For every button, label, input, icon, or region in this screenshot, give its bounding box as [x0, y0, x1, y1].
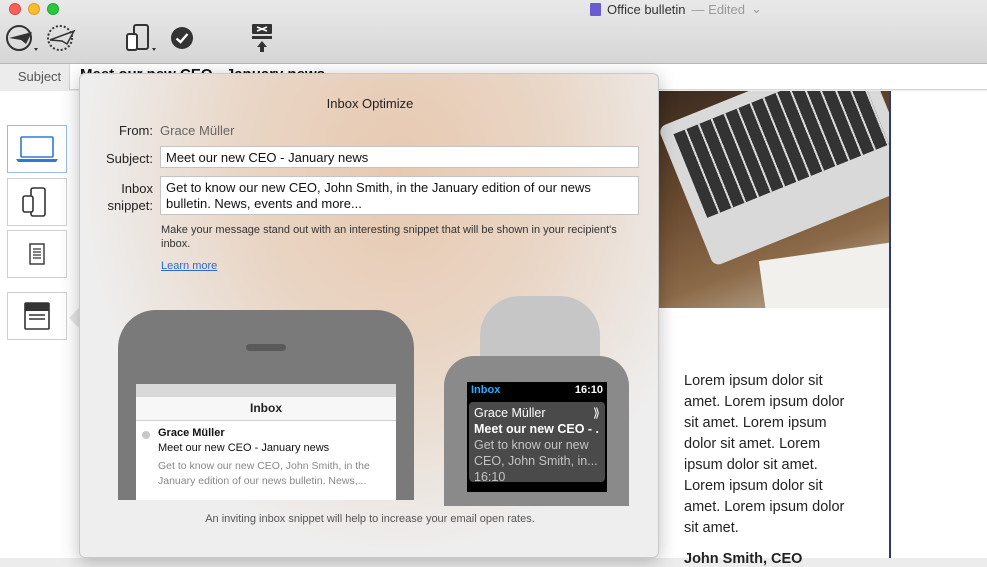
- phone-mockup: Inbox Grace Müller Meet our new CEO - Ja…: [118, 310, 414, 500]
- mobile-preview-button[interactable]: [7, 178, 67, 226]
- inbox-optimize-icon[interactable]: [246, 20, 278, 56]
- watch-from: Grace Müller: [474, 406, 546, 420]
- watch-mockup: Inbox 16:10 Grace Müller ⟫ Meet our new …: [444, 356, 629, 506]
- watch-message-card: Grace Müller ⟫ Meet our new CEO - . Get …: [469, 402, 605, 482]
- close-window-button[interactable]: [9, 3, 21, 15]
- watch-subject: Meet our new CEO - .: [474, 422, 600, 436]
- chevron-down-icon[interactable]: ⌄: [751, 1, 762, 17]
- phone-speaker: [246, 344, 286, 351]
- inbox-optimize-popover: Inbox Optimize From: Grace Müller Subjec…: [79, 73, 659, 558]
- popover-title: Inbox Optimize: [326, 96, 414, 111]
- unread-dot: [142, 431, 150, 439]
- text-preview-button[interactable]: [7, 230, 67, 278]
- subject-label: Subject:: [106, 151, 153, 166]
- zoom-window-button[interactable]: [47, 3, 59, 15]
- subject-field[interactable]: Meet our new CEO - January news: [160, 146, 639, 168]
- send-icon[interactable]: [4, 20, 40, 56]
- laptop-preview-button[interactable]: [7, 125, 67, 173]
- body-text: Lorem ipsum dolor sit amet. Lorem ipsum …: [684, 373, 845, 536]
- header-photo: [658, 91, 889, 308]
- popover-arrow: [69, 308, 79, 328]
- minimize-window-button[interactable]: [28, 3, 40, 15]
- document-icon: [29, 243, 45, 265]
- phone-subject: Meet our new CEO - January news: [158, 442, 330, 454]
- laptop-icon: [16, 136, 58, 162]
- toolbar: Office bulletin — Edited ⌄: [0, 0, 987, 64]
- body-heading: John Smith, CEO: [684, 551, 803, 567]
- phone-tablet-icon: [22, 187, 46, 217]
- snippet-field[interactable]: Get to know our new CEO, John Smith, in …: [160, 176, 639, 215]
- window-title: Office bulletin — Edited ⌄: [590, 0, 762, 18]
- watch-inbox-label: Inbox: [471, 384, 501, 396]
- chevron-right-icon: ⟫: [593, 406, 600, 420]
- watch-snippet: Get to know our new CEO, John Smith, in.…: [474, 438, 598, 468]
- document-icon: [590, 2, 601, 16]
- email-preview: Lorem ipsum dolor sit amet. Lorem ipsum …: [658, 91, 891, 567]
- from-label: From:: [119, 123, 153, 138]
- from-value: Grace Müller: [160, 123, 235, 138]
- inbox-preview-icon: [24, 302, 50, 330]
- schedule-send-icon[interactable]: [44, 20, 80, 56]
- phone-inbox-title: Inbox: [136, 384, 396, 421]
- inbox-preview-button[interactable]: [7, 292, 67, 340]
- phone-from: Grace Müller: [158, 427, 225, 439]
- snippet-hint: Make your message stand out with an inte…: [161, 224, 617, 250]
- devices-icon[interactable]: [124, 20, 160, 56]
- snippet-label: Inbox snippet:: [107, 181, 153, 213]
- check-icon[interactable]: [168, 20, 196, 56]
- phone-screen: Inbox Grace Müller Meet our new CEO - Ja…: [136, 384, 396, 500]
- popover-footer: An inviting inbox snippet will help to i…: [205, 513, 535, 525]
- phone-snippet: Get to know our new CEO, John Smith, in …: [158, 460, 370, 487]
- watch-time: 16:10: [574, 384, 603, 396]
- subject-label: Subject: [0, 64, 70, 90]
- watch-footer-time: 16:10: [474, 470, 506, 482]
- learn-more-link[interactable]: Learn more: [161, 260, 217, 272]
- watch-screen: Inbox 16:10 Grace Müller ⟫ Meet our new …: [467, 382, 607, 492]
